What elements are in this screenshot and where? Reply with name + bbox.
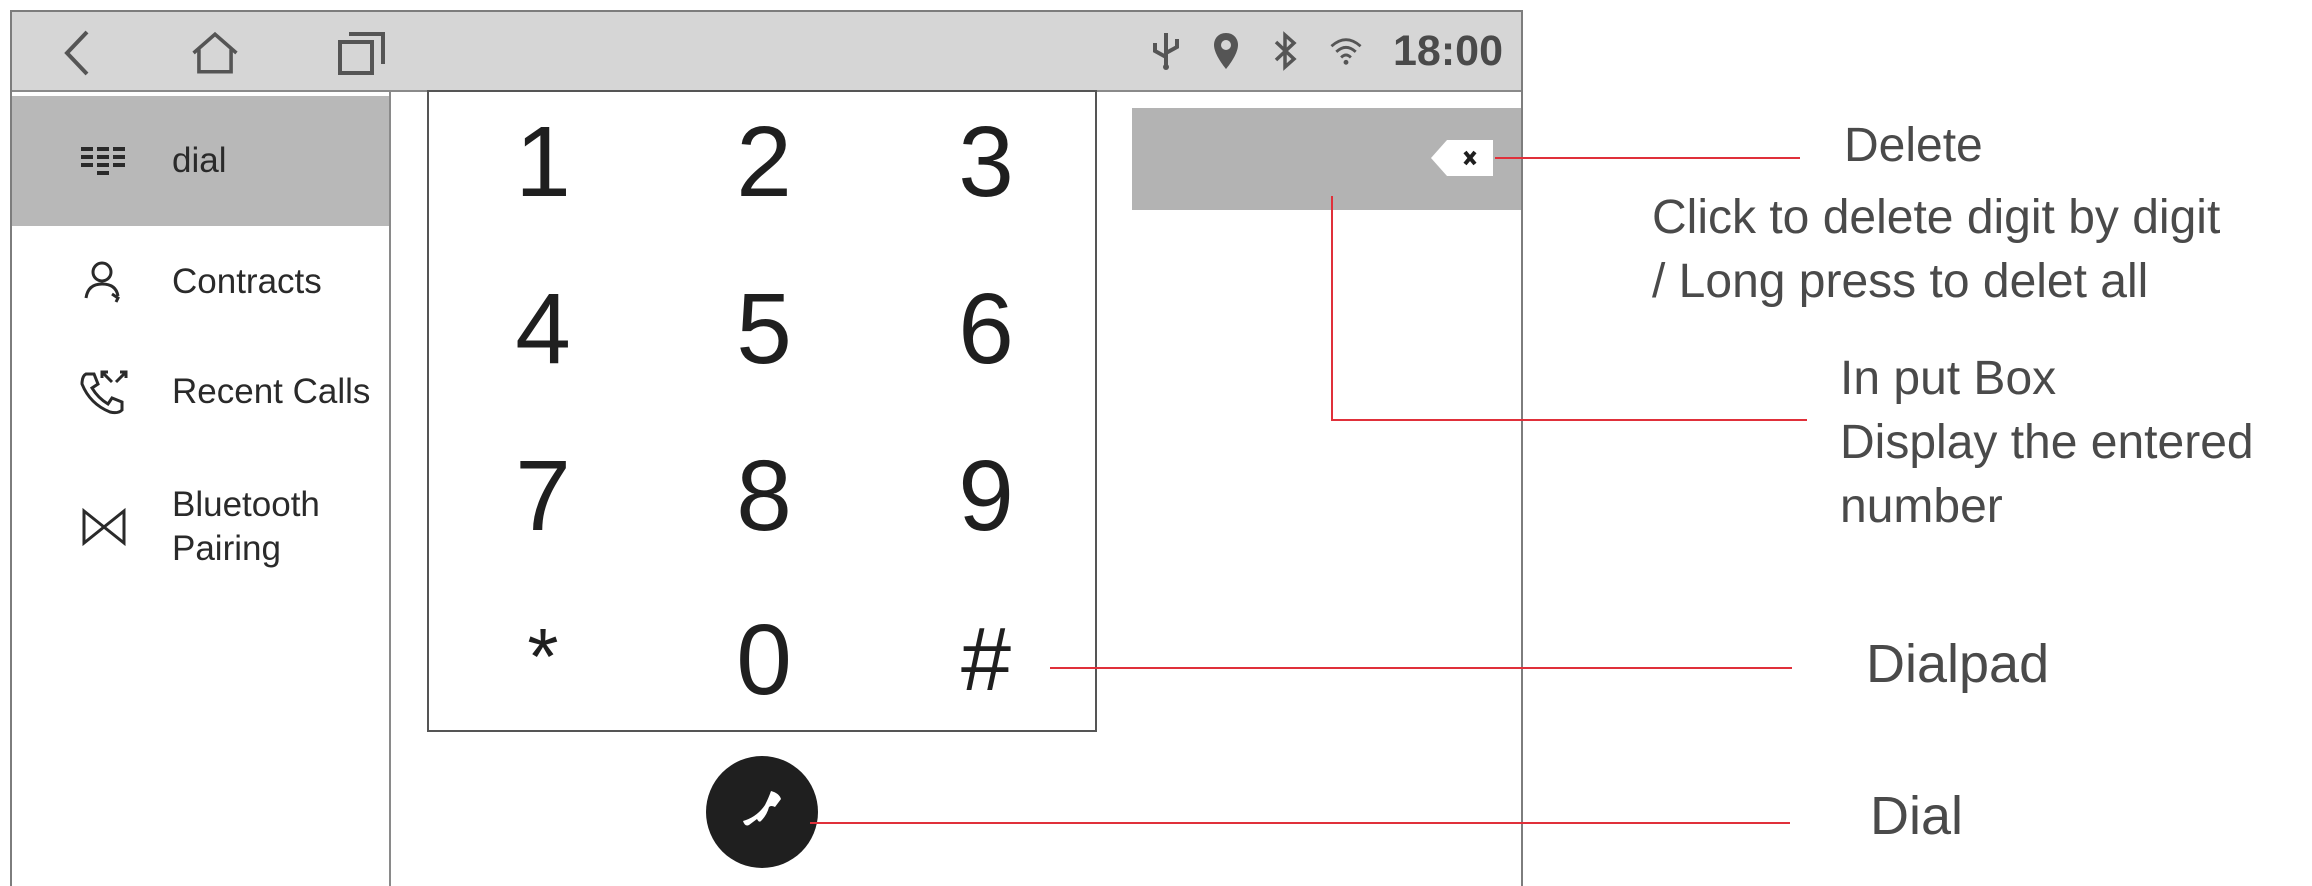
dial-key-4[interactable]: 4 — [463, 259, 623, 399]
sidebar-item-label: Bluetooth Pairing — [172, 485, 320, 568]
sidebar-item-contracts[interactable]: Contracts — [12, 232, 389, 332]
dial-key-0[interactable]: 0 — [684, 590, 844, 730]
back-icon[interactable] — [52, 28, 102, 78]
wifi-icon — [1329, 31, 1363, 71]
backspace-icon — [1431, 140, 1493, 176]
delete-button[interactable] — [1431, 138, 1495, 178]
phone-icon — [735, 783, 789, 842]
head-unit-screen: 18:00 dial Contracts Recent Calls Blueto… — [10, 10, 1523, 886]
bluetooth-icon — [1269, 31, 1303, 71]
number-input-box[interactable] — [1132, 108, 1521, 210]
input-box-annotation-line2: Display the entered — [1840, 416, 2254, 469]
status-icons: 18:00 — [1149, 12, 1503, 90]
person-icon — [76, 254, 132, 310]
dialpad: 1 2 3 4 5 6 7 8 9 * 0 # — [427, 90, 1097, 732]
dial-key-5[interactable]: 5 — [684, 259, 844, 399]
sidebar-item-recent-calls[interactable]: Recent Calls — [12, 342, 389, 442]
dialpad-icon — [76, 133, 132, 189]
delete-annotation-title: Delete — [1844, 119, 1983, 172]
delete-callout-line — [1495, 157, 1800, 159]
input-box-annotation-line1: In put Box — [1840, 352, 2057, 405]
sidebar-item-label: dial — [172, 141, 227, 180]
delete-annotation-line2: / Long press to delet all — [1652, 255, 2149, 308]
sidebar-item-label: Recent Calls — [172, 372, 371, 411]
recent-apps-icon[interactable] — [337, 28, 387, 78]
dialpad-callout-line — [1050, 667, 1792, 669]
clock: 18:00 — [1393, 26, 1503, 75]
recent-calls-icon — [76, 364, 132, 420]
input-box-callout-line-vertical — [1331, 196, 1333, 420]
dial-key-9[interactable]: 9 — [906, 426, 1066, 566]
sidebar-item-bluetooth-pairing[interactable]: Bluetooth Pairing — [12, 462, 389, 592]
dial-key-1[interactable]: 1 — [463, 92, 623, 232]
dial-key-8[interactable]: 8 — [684, 426, 844, 566]
dialpad-annotation-title: Dialpad — [1866, 634, 2050, 694]
location-icon — [1209, 31, 1243, 71]
sidebar: dial Contracts Recent Calls Bluetooth Pa… — [12, 92, 391, 886]
dial-key-3[interactable]: 3 — [906, 92, 1066, 232]
sidebar-item-dial[interactable]: dial — [12, 96, 389, 226]
status-bar: 18:00 — [12, 12, 1521, 92]
input-box-annotation-line3: number — [1840, 480, 2003, 533]
dial-button[interactable] — [706, 756, 818, 868]
input-box-callout-line — [1331, 419, 1807, 421]
dial-key-2[interactable]: 2 — [684, 92, 844, 232]
delete-annotation-line1: Click to delete digit by digit — [1652, 191, 2221, 244]
dial-callout-line — [810, 822, 1790, 824]
dial-key-7[interactable]: 7 — [463, 426, 623, 566]
home-icon[interactable] — [190, 28, 240, 78]
dial-key-6[interactable]: 6 — [906, 259, 1066, 399]
dial-key-star[interactable]: * — [463, 587, 623, 727]
dial-annotation-title: Dial — [1870, 786, 1964, 846]
dial-key-hash[interactable]: # — [906, 590, 1066, 730]
bluetooth-pairing-icon — [76, 499, 132, 555]
sidebar-item-label: Contracts — [172, 262, 322, 301]
usb-icon — [1149, 31, 1183, 71]
